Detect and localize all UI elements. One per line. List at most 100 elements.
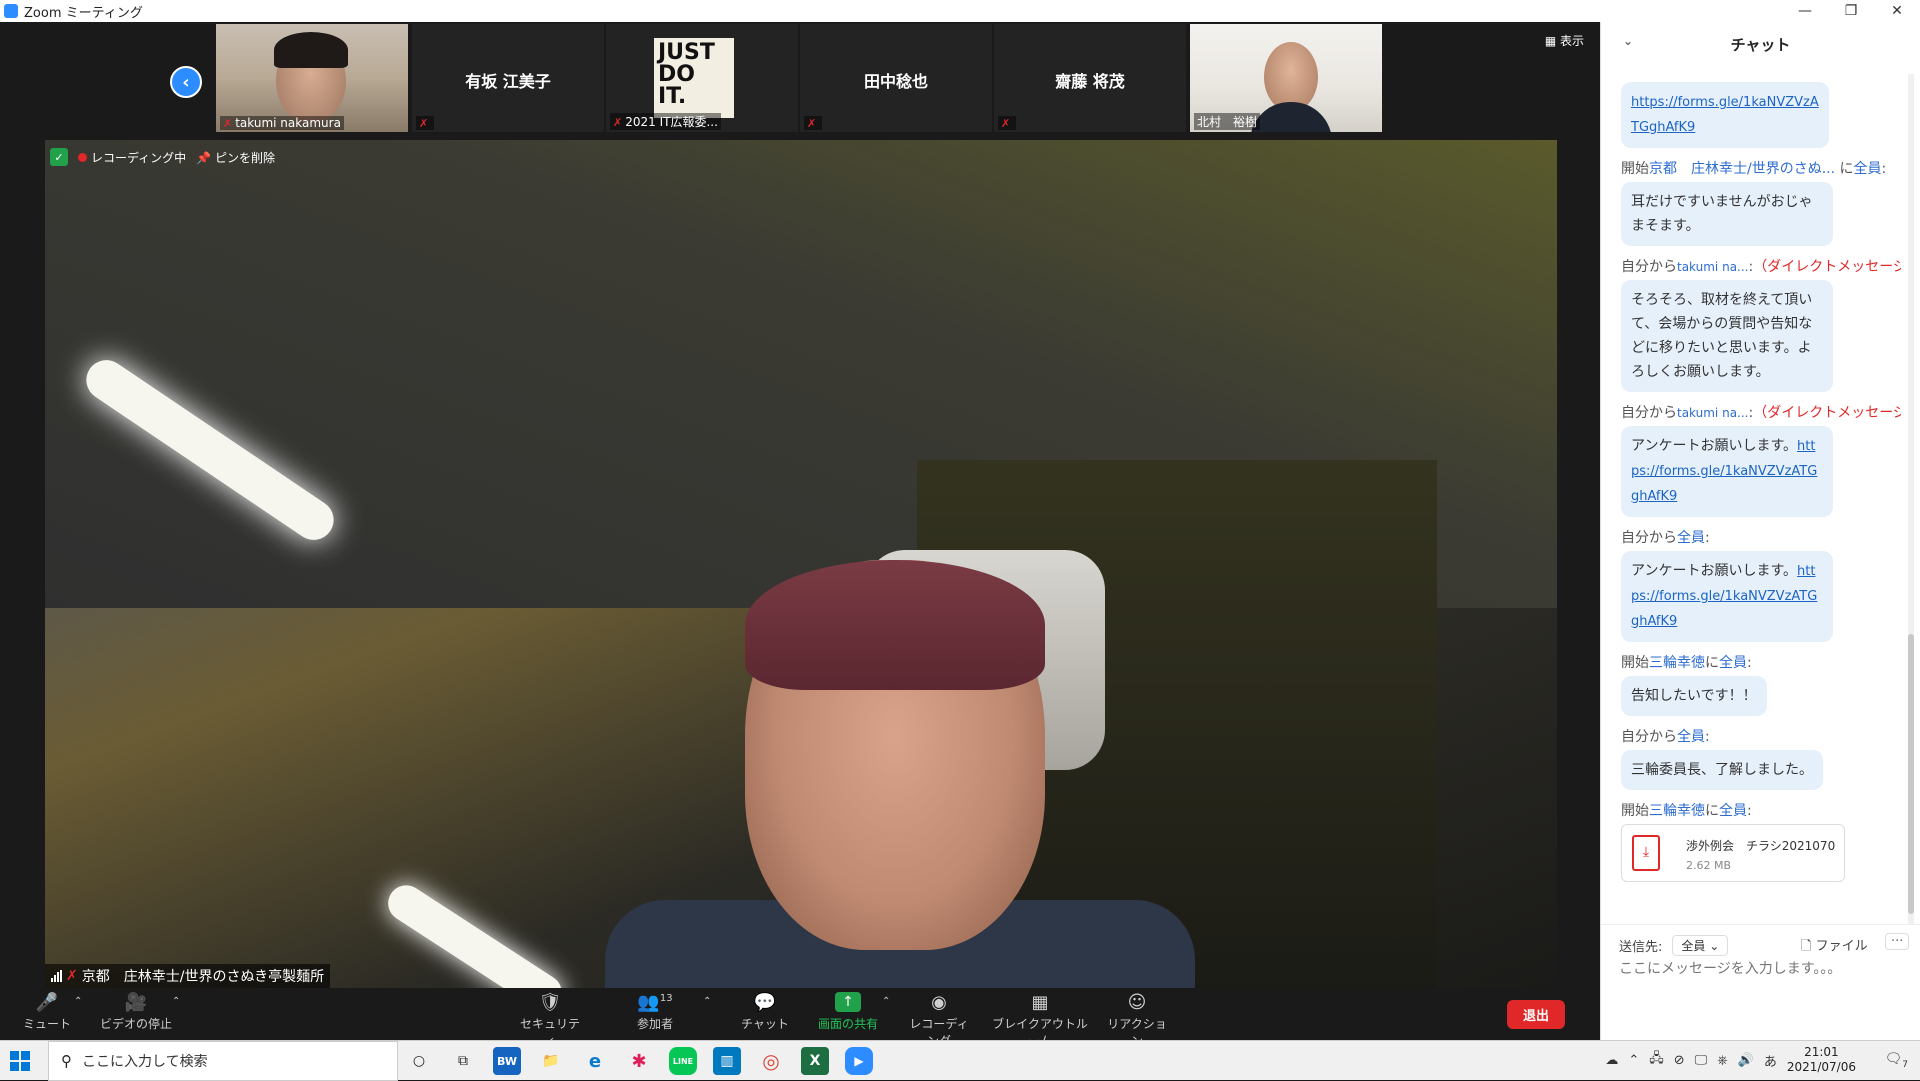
encryption-shield-icon[interactable]: ✓ xyxy=(50,148,68,166)
network-icon[interactable]: 🖧 xyxy=(1649,1049,1664,1071)
participant-thumb-kitamura[interactable]: 北村 裕樹 xyxy=(1190,24,1382,132)
display-icon[interactable]: 🖵 xyxy=(1695,1053,1708,1068)
participant-label: ✗ xyxy=(804,116,823,130)
edge-browser-icon[interactable]: e xyxy=(581,1047,609,1075)
participant-thumb-saito[interactable]: 齋藤 将茂 ✗ xyxy=(994,24,1186,132)
participant-suit xyxy=(1250,102,1332,132)
participants-options-caret-icon[interactable]: ⌃ xyxy=(703,996,711,1007)
chat-bubble: そろそろ、取材を終えて頂いて、会場からの質問や告知などに移りたいと思います。よろ… xyxy=(1621,280,1833,392)
volume-icon[interactable]: 🔊 xyxy=(1738,1053,1754,1068)
participant-thumb-takumi[interactable]: ✗ takumi nakamura xyxy=(216,24,408,132)
chat-bubble: 告知したいです！！ xyxy=(1621,676,1767,716)
system-tray: ☁ ⌃ 🖧 ⊘ 🖵 ⎈ 🔊 あ 21:01 2021/07/06 xyxy=(1605,1045,1856,1075)
share-screen-icon: ↑ xyxy=(835,992,861,1012)
main-speaker-video xyxy=(45,140,1557,990)
chat-scrollbar-thumb[interactable] xyxy=(1908,634,1914,914)
windows-start-icon[interactable] xyxy=(10,1051,30,1071)
chat-message: 自分から全員: 三輪委員長、了解しました。 xyxy=(1621,726,1881,790)
participant-label: ✗ xyxy=(998,116,1017,130)
participant-thumb-arisaka[interactable]: 有坂 江美子 ✗ xyxy=(412,24,604,132)
recording-badges: ✓ レコーディング中 📌 ピンを削除 xyxy=(50,148,275,166)
chat-message-header: 自分からtakumi na...:（ダイレクトメッセージ） xyxy=(1621,259,1901,275)
stop-video-button[interactable]: 🎥 ビデオの停止 xyxy=(100,992,172,1032)
chat-bubble: https://forms.gle/1kaNVZVzA TGghAfK9 xyxy=(1621,82,1829,148)
chat-message-header: 自分から全員: xyxy=(1621,729,1710,745)
onedrive-icon[interactable]: ☁ xyxy=(1605,1053,1618,1068)
meeting-stage: ‹ ✗ takumi nakamura 有坂 江美子 ✗ JUST DO IT. … xyxy=(0,22,1600,990)
notification-center-icon[interactable]: 🗨7 xyxy=(1884,1051,1908,1070)
chat-title: チャット xyxy=(1730,36,1791,54)
restore-button[interactable]: ❐ xyxy=(1828,0,1874,22)
file-name: 渉外例会 チラシ20210705.... xyxy=(1686,839,1836,853)
share-screen-button[interactable]: ↑ 画面の共有 xyxy=(815,992,881,1032)
chat-message: 開始京都 庄林幸士/世界のさぬ... に全員: 耳だけですいませんがおじゃまそま… xyxy=(1621,158,1887,246)
title-bar: Zoom ミーティング — ❐ ✕ xyxy=(0,0,1920,22)
recording-indicator[interactable]: レコーディング中 xyxy=(78,149,186,166)
mic-muted-icon: ✗ xyxy=(223,117,233,130)
unpin-button[interactable]: 📌 ピンを削除 xyxy=(196,149,275,166)
windows-taskbar: ⚲ ここに入力して検索 ○ ⧉ BW 📁 e ✱ LINE ▥ ◎ X ▶ ☁ … xyxy=(0,1040,1920,1081)
task-view-icon[interactable]: ⧉ xyxy=(449,1047,477,1075)
zoom-taskbar-icon[interactable]: ▶ xyxy=(845,1047,873,1075)
chat-message: 自分からtakumi na...:（ダイレクトメッセージ） アンケートお願いしま… xyxy=(1621,402,1901,517)
chrome-browser-icon[interactable]: ◎ xyxy=(757,1047,785,1075)
chat-message: 自分からtakumi na...:（ダイレクトメッセージ） そろそろ、取材を終え… xyxy=(1621,256,1901,392)
file-explorer-icon[interactable]: 📁 xyxy=(537,1047,565,1075)
dropbox-icon[interactable]: ⎈ xyxy=(1717,1053,1727,1068)
file-size: 2.62 MB xyxy=(1686,859,1732,872)
clock-date: 2021/07/06 xyxy=(1786,1060,1856,1074)
recording-dot-icon xyxy=(78,152,87,162)
security-tray-icon[interactable]: ⊘ xyxy=(1674,1053,1685,1068)
chat-scrollbar[interactable] xyxy=(1908,74,1914,924)
video-camera-icon: 🎥 xyxy=(124,992,148,1013)
speaker-name-label: ✗ 京都 庄林幸士/世界のさぬき亭製麺所 xyxy=(45,964,331,988)
chat-message-header: 開始京都 庄林幸士/世界のさぬ... に全員: xyxy=(1621,161,1887,177)
send-to-select[interactable]: 全員 ⌄ xyxy=(1672,935,1729,956)
share-options-caret-icon[interactable]: ⌃ xyxy=(882,996,890,1007)
ime-icon[interactable]: あ xyxy=(1764,1051,1777,1070)
chat-file-attachment[interactable]: ⤓ 渉外例会 チラシ20210705.... 2.62 MB xyxy=(1621,824,1845,882)
strip-prev-button[interactable]: ‹ xyxy=(170,66,202,98)
chat-link[interactable]: https://forms.gle/1kaNVZVzA xyxy=(1631,95,1819,110)
file-button[interactable]: 🗋 ファイル xyxy=(1801,935,1868,959)
bw-app-icon[interactable]: BW xyxy=(493,1047,521,1075)
trello-icon[interactable]: ▥ xyxy=(713,1047,741,1075)
chat-message-list[interactable]: https://forms.gle/1kaNVZVzA TGghAfK9 開始京… xyxy=(1601,66,1901,924)
signal-strength-icon xyxy=(51,970,62,982)
mute-button[interactable]: 🎤 ミュート xyxy=(22,992,72,1032)
slack-icon[interactable]: ✱ xyxy=(625,1047,653,1075)
chat-footer: 送信先: 全員 ⌄ 🗋 ファイル ··· xyxy=(1601,924,1920,1040)
tray-expand-icon[interactable]: ⌃ xyxy=(1628,1053,1639,1068)
chat-button[interactable]: 💬 チャット xyxy=(740,992,790,1032)
chat-header: ⌄ チャット xyxy=(1601,22,1920,66)
pdf-file-icon: ⤓ xyxy=(1632,835,1660,871)
notification-count: 7 xyxy=(1902,1059,1908,1070)
participant-thumb-it-koho[interactable]: JUST DO IT. ✗ 2021 IT広報委... xyxy=(606,24,798,132)
minimize-button[interactable]: — xyxy=(1782,0,1828,22)
chat-message: 自分から全員: アンケートお願いします。https://forms.gle/1k… xyxy=(1621,527,1881,642)
chat-collapse-chevron-icon[interactable]: ⌄ xyxy=(1623,34,1633,48)
excel-icon[interactable]: X xyxy=(801,1047,829,1075)
breakout-rooms-icon: ▦ xyxy=(1031,992,1049,1013)
cortana-icon[interactable]: ○ xyxy=(405,1047,433,1075)
taskbar-clock[interactable]: 21:01 2021/07/06 xyxy=(1787,1045,1856,1075)
audio-options-caret-icon[interactable]: ⌃ xyxy=(74,996,82,1007)
taskbar-search-box[interactable]: ⚲ ここに入力して検索 xyxy=(48,1041,398,1081)
line-app-icon[interactable]: LINE xyxy=(669,1047,697,1075)
video-options-caret-icon[interactable]: ⌃ xyxy=(172,996,180,1007)
view-toggle-button[interactable]: ▦ 表示 xyxy=(1545,32,1584,49)
ceiling-light xyxy=(381,878,569,990)
taskbar-apps: ○ ⧉ BW 📁 e ✱ LINE ▥ ◎ X ▶ xyxy=(405,1047,873,1075)
close-button[interactable]: ✕ xyxy=(1874,0,1920,22)
search-placeholder: ここに入力して検索 xyxy=(82,1054,208,1070)
participants-button[interactable]: 👥13 参加者 xyxy=(630,992,680,1032)
participant-label: ✗ xyxy=(416,116,435,130)
chat-message-input[interactable] xyxy=(1619,961,1909,977)
participant-thumb-tanaka[interactable]: 田中稔也 ✗ xyxy=(800,24,992,132)
chat-link[interactable]: TGghAfK9 xyxy=(1631,120,1695,135)
leave-meeting-button[interactable]: 退出 xyxy=(1506,1000,1565,1029)
participant-label: ✗ takumi nakamura xyxy=(220,116,344,130)
meeting-toolbar: 🎤 ミュート ⌃ 🎥 ビデオの停止 ⌃ 🛡 セキュリティ 👥13 参加者 ⌃ 💬… xyxy=(0,988,1600,1048)
chat-message-header: 自分からtakumi na...:（ダイレクトメッセージ） xyxy=(1621,405,1901,421)
more-options-button[interactable]: ··· xyxy=(1885,933,1910,950)
